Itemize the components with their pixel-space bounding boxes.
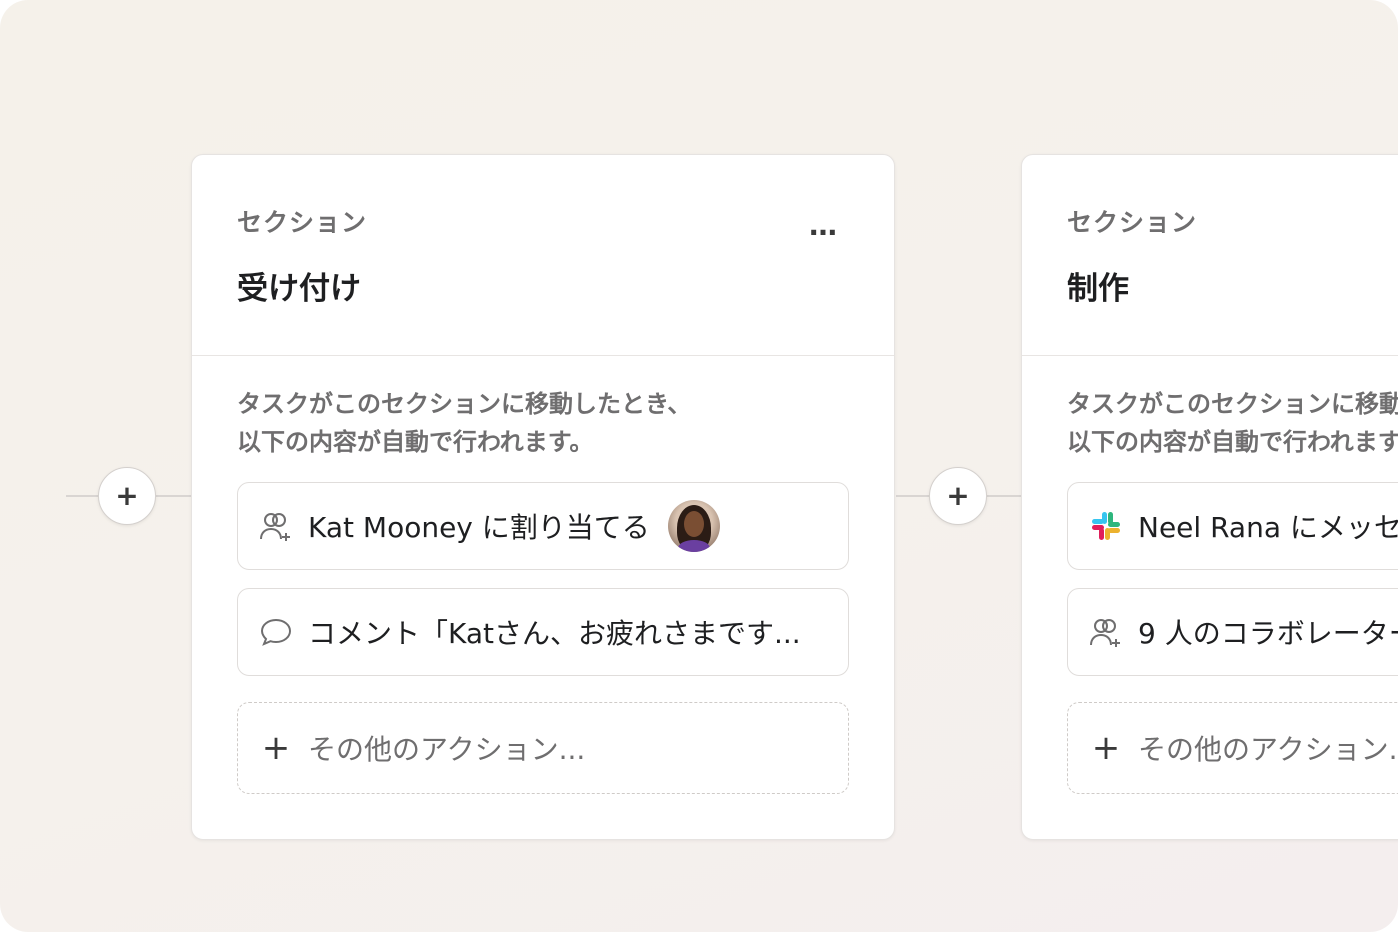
more-options-button[interactable]: …: [809, 209, 839, 242]
more-actions-button[interactable]: + その他のアクション...: [1067, 702, 1398, 794]
action-slack-message[interactable]: Neel Rana にメッセージを送信: [1067, 482, 1398, 570]
description-line: タスクがこのセクションに移動したとき、: [237, 390, 692, 418]
action-comment[interactable]: コメント「Katさん、お疲れさまです...: [237, 588, 849, 676]
action-label: Kat Mooney に割り当てる: [308, 511, 650, 544]
plus-icon: +: [946, 479, 970, 512]
connector-line: [896, 495, 930, 497]
description-line: タスクがこのセクションに移動したとき、: [1067, 390, 1398, 418]
connector-line: [987, 495, 1023, 497]
avatar: [667, 500, 720, 552]
more-actions-label: その他のアクション...: [1138, 733, 1398, 766]
action-label: Neel Rana にメッセージを送信: [1138, 511, 1398, 544]
workflow-canvas: + + セクション 受け付け … タスクがこのセクションに移動したとき、 以下の…: [0, 0, 1398, 932]
comment-icon: [258, 614, 294, 650]
more-actions-label: その他のアクション...: [308, 733, 586, 766]
plus-icon: +: [261, 728, 291, 768]
section-label: セクション: [237, 208, 368, 237]
plus-icon: +: [115, 479, 139, 512]
add-collaborators-icon: [1088, 614, 1124, 650]
connector-line: [156, 495, 192, 497]
action-label: 9 人のコラボレーターを追加: [1138, 617, 1398, 650]
action-label: コメント「Katさん、お疲れさまです...: [308, 617, 801, 650]
connector-line: [66, 495, 100, 497]
assign-user-icon: [258, 508, 294, 544]
action-add-collaborators[interactable]: 9 人のコラボレーターを追加: [1067, 588, 1398, 676]
slack-icon: [1088, 508, 1124, 544]
action-assign[interactable]: Kat Mooney に割り当てる: [237, 482, 849, 570]
add-section-button[interactable]: +: [98, 467, 156, 525]
description-line: 以下の内容が自動で行われます。: [237, 428, 594, 456]
section-card-intake: セクション 受け付け … タスクがこのセクションに移動したとき、 以下の内容が自…: [191, 154, 895, 840]
section-title: 受け付け: [237, 271, 361, 307]
plus-icon: +: [1091, 728, 1121, 768]
add-section-button[interactable]: +: [929, 467, 987, 525]
section-title: 制作: [1067, 271, 1129, 307]
rule-description: タスクがこのセクションに移動したとき、 以下の内容が自動で行われます。: [1067, 385, 1398, 461]
card-header: セクション 制作: [1022, 155, 1398, 356]
section-card-production: セクション 制作 タスクがこのセクションに移動したとき、 以下の内容が自動で行わ…: [1021, 154, 1398, 840]
more-actions-button[interactable]: + その他のアクション...: [237, 702, 849, 794]
section-label: セクション: [1067, 208, 1198, 237]
rule-description: タスクがこのセクションに移動したとき、 以下の内容が自動で行われます。: [237, 385, 857, 461]
description-line: 以下の内容が自動で行われます。: [1067, 428, 1398, 456]
card-header: セクション 受け付け …: [192, 155, 894, 356]
ellipsis-icon: …: [809, 209, 839, 242]
